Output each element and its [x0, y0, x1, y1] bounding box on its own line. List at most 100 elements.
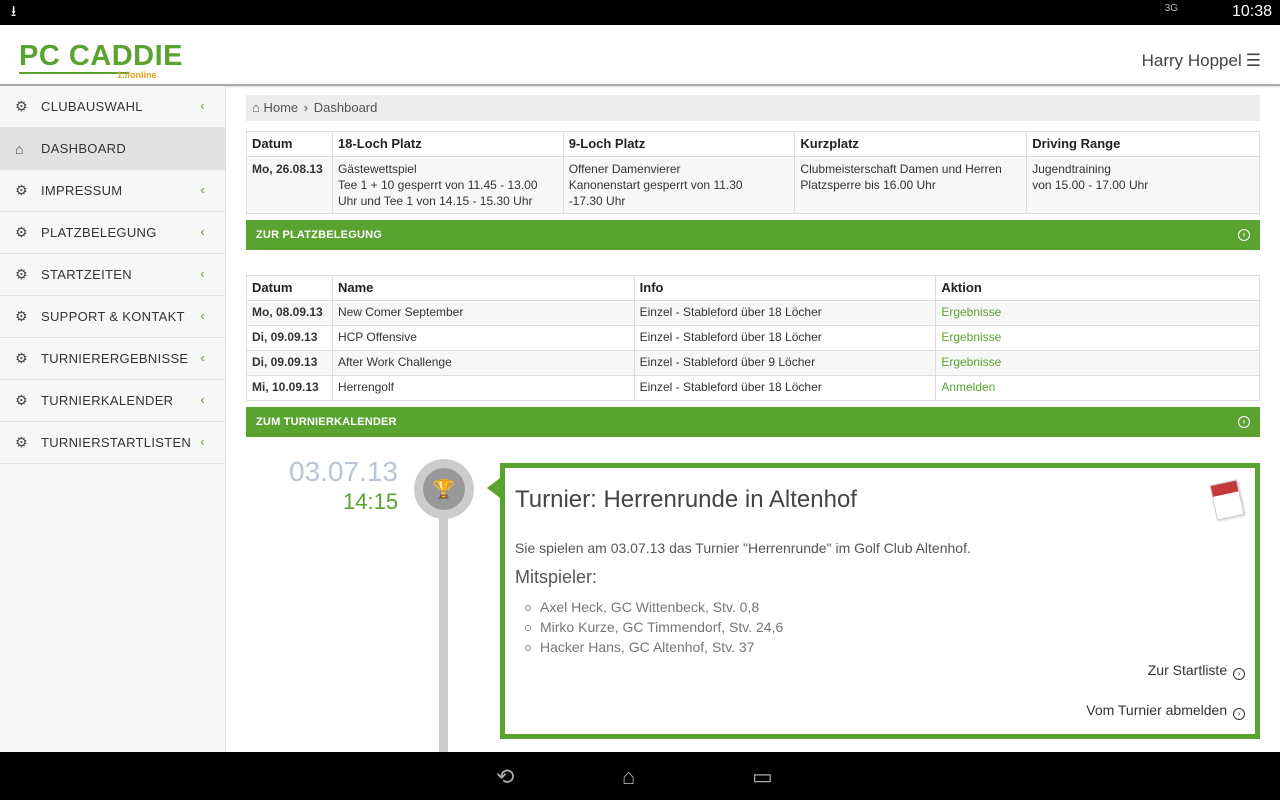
link-label: Zur Startliste	[1147, 662, 1228, 678]
card-text: Sie spielen am 03.07.13 das Turnier "Her…	[515, 540, 971, 556]
chevron-left-icon: ‹	[200, 434, 205, 449]
arrow-circle-right-icon: ›	[1233, 708, 1245, 720]
chevron-left-icon: ‹	[200, 350, 205, 365]
list-item: Hacker Hans, GC Altenhof, Stv. 37	[524, 637, 783, 657]
network-icon: 3G	[1164, 3, 1178, 14]
cell-date: Mi, 10.09.13	[252, 380, 319, 394]
sidebar-item-label: IMPRESSUM	[41, 183, 123, 198]
sidebar-item-dashboard[interactable]: ⌂ DASHBOARD	[0, 128, 225, 170]
timeline-time: 14:15	[343, 489, 399, 514]
column-header: Info	[633, 275, 937, 301]
table-header-row: Datum 18-Loch Platz 9-Loch Platz Kurzpla…	[246, 131, 1260, 157]
table-header-row: Datum Name Info Aktion	[246, 275, 1260, 301]
sidebar-item-label: SUPPORT & KONTAKT	[41, 309, 185, 324]
gears-icon: ⚙	[15, 266, 28, 282]
column-header: Kurzplatz	[794, 131, 1028, 157]
cell-18-loch: Gästewettspiel Tee 1 + 10 gesperrt von 11…	[331, 156, 564, 214]
logo-underline	[19, 72, 129, 74]
gears-icon: ⚙	[15, 392, 28, 408]
cell-name: New Comer September	[331, 300, 635, 326]
chevron-left-icon: ‹	[200, 308, 205, 323]
sidebar-item-startzeiten[interactable]: ⚙ STARTZEITEN ‹	[0, 254, 225, 296]
zum-turnierkalender-button[interactable]: ZUM TURNIERKALENDER ›	[246, 407, 1260, 437]
column-header: 9-Loch Platz	[562, 131, 796, 157]
sidebar-item-impressum[interactable]: ⚙ IMPRESSUM ‹	[0, 170, 225, 212]
back-icon[interactable]: ⟲	[496, 764, 514, 790]
timeline-line	[439, 500, 448, 752]
breadcrumb: ⌂ Home › Dashboard	[246, 95, 1260, 121]
list-item: Axel Heck, GC Wittenbeck, Stv. 0,8	[524, 597, 783, 617]
cell-info: Einzel - Stableford über 18 Löcher	[633, 300, 937, 326]
sidebar-item-platzbelegung[interactable]: ⚙ PLATZBELEGUNG ‹	[0, 212, 225, 254]
sidebar-item-turnierstartlisten[interactable]: ⚙ TURNIERSTARTLISTEN ‹	[0, 422, 225, 464]
pccaddie-logo[interactable]: PC CADDIE 1://online	[19, 40, 184, 80]
logo-subtext: 1://online	[117, 70, 157, 80]
zur-platzbelegung-button[interactable]: ZUR PLATZBELEGUNG ›	[246, 220, 1260, 250]
logo-text: PC CADDIE	[19, 40, 184, 72]
button-label: ZUM TURNIERKALENDER	[256, 416, 397, 428]
players-list: Axel Heck, GC Wittenbeck, Stv. 0,8 Mirko…	[524, 597, 784, 657]
zur-startliste-link[interactable]: Zur Startliste ›	[1148, 662, 1245, 680]
gears-icon: ⚙	[15, 224, 28, 240]
cell-info: Einzel - Stableford über 9 Löcher	[633, 350, 937, 376]
vom-turnier-abmelden-link[interactable]: Vom Turnier abmelden ›	[1086, 702, 1245, 720]
timeline-date: 03.07.13	[289, 456, 398, 487]
chevron-left-icon: ‹	[200, 182, 205, 197]
hamburger-icon[interactable]: ☰	[1246, 51, 1261, 71]
android-nav-bar: ⟲ ⌂ ▭	[0, 752, 1280, 800]
main-content: ⌂ Home › Dashboard Datum 18-Loch Platz 9…	[246, 86, 1260, 437]
timeline-node: 🏆	[414, 459, 474, 519]
cell-date: Mo, 08.09.13	[252, 305, 323, 319]
cell-name: After Work Challenge	[331, 350, 635, 376]
chevron-left-icon: ‹	[200, 224, 205, 239]
home-nav-icon[interactable]: ⌂	[622, 764, 635, 790]
sidebar-item-clubauswahl[interactable]: ⚙ CLUBAUSWAHL ‹	[0, 86, 225, 128]
sidebar-item-support-kontakt[interactable]: ⚙ SUPPORT & KONTAKT ‹	[0, 296, 225, 338]
cell-name: HCP Offensive	[331, 325, 635, 351]
chevron-left-icon: ‹	[200, 98, 205, 113]
tournament-table: Datum Name Info Aktion Mo, 08.09.13 New …	[246, 275, 1260, 401]
cell-info: Einzel - Stableford über 18 Löcher	[633, 375, 937, 401]
column-header: Aktion	[935, 275, 1260, 301]
tournament-card: Turnier: Herrenrunde in Altenhof Sie spi…	[500, 463, 1260, 739]
gears-icon: ⚙	[15, 98, 28, 114]
anmelden-link[interactable]: Anmelden	[941, 380, 995, 394]
gears-icon: ⚙	[15, 308, 28, 324]
calendar-document-icon[interactable]	[1209, 479, 1245, 521]
chevron-left-icon: ‹	[200, 266, 205, 281]
list-item: Mirko Kurze, GC Timmendorf, Stv. 24,6	[524, 619, 784, 635]
android-status-bar: ⭳ 3G 10:38	[0, 0, 1280, 25]
timeline-card-arrow	[487, 478, 500, 498]
gears-icon: ⚙	[15, 350, 28, 366]
sidebar-item-turnierergebnisse[interactable]: ⚙ TURNIERERGEBNISSE ‹	[0, 338, 225, 380]
ergebnisse-link[interactable]: Ergebnisse	[941, 330, 1001, 344]
user-name: Harry Hoppel	[1141, 51, 1242, 70]
breadcrumb-current: Dashboard	[313, 100, 378, 115]
table-row: Di, 09.09.13 After Work Challenge Einzel…	[246, 350, 1260, 376]
ergebnisse-link[interactable]: Ergebnisse	[941, 305, 1001, 319]
table-row: Di, 09.09.13 HCP Offensive Einzel - Stab…	[246, 325, 1260, 351]
breadcrumb-separator: ›	[303, 100, 309, 115]
sidebar-item-label: STARTZEITEN	[41, 267, 132, 282]
recents-icon[interactable]: ▭	[752, 764, 773, 790]
home-icon: ⌂	[15, 140, 24, 157]
table-row: Mo, 26.08.13 Gästewettspiel Tee 1 + 10 ge…	[246, 156, 1260, 214]
breadcrumb-home[interactable]: Home	[263, 100, 298, 115]
app-header: PC CADDIE 1://online Harry Hoppel ☰	[0, 25, 1280, 86]
sidebar-item-turnierkalender[interactable]: ⚙ TURNIERKALENDER ‹	[0, 380, 225, 422]
user-menu[interactable]: Harry Hoppel ☰	[1142, 51, 1261, 71]
column-header: 18-Loch Platz	[331, 131, 564, 157]
chevron-left-icon: ‹	[200, 392, 205, 407]
column-header: Driving Range	[1026, 131, 1260, 157]
gears-icon: ⚙	[15, 434, 28, 450]
column-header: Datum	[246, 275, 333, 301]
arrow-circle-right-icon: ›	[1238, 416, 1250, 428]
cell-date: Di, 09.09.13	[252, 355, 318, 369]
home-icon: ⌂	[252, 100, 260, 115]
cell-date: Di, 09.09.13	[252, 330, 318, 344]
ergebnisse-link[interactable]: Ergebnisse	[941, 355, 1001, 369]
sidebar-item-label: TURNIERKALENDER	[41, 393, 174, 408]
sidebar-item-label: DASHBOARD	[41, 141, 127, 156]
cell-date: Mo, 26.08.13	[246, 156, 333, 214]
sidebar-item-label: TURNIERSTARTLISTEN	[41, 435, 192, 450]
